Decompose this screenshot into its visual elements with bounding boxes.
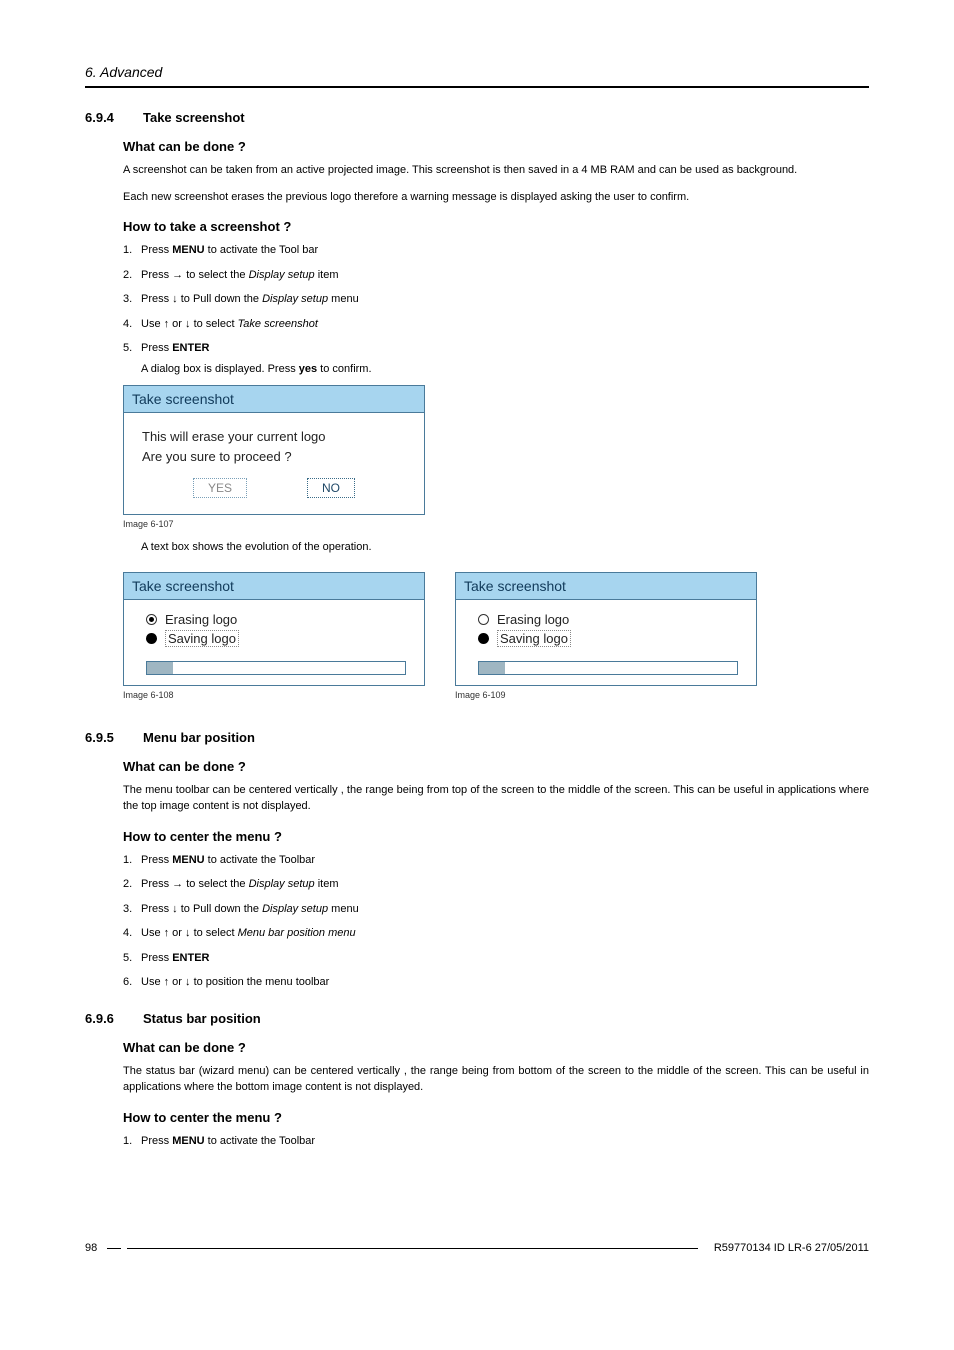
radio-saving-logo: Saving logo — [146, 630, 406, 647]
radio-saving-logo: Saving logo — [478, 630, 738, 647]
subheading-wcbd: What can be done ? — [123, 139, 869, 154]
subheading-wcbd: What can be done ? — [123, 759, 869, 774]
dialog-title: Take screenshot — [124, 573, 424, 600]
option-label: Erasing logo — [165, 612, 237, 627]
step: Press ↓ to Pull down the Display setup m… — [123, 901, 869, 918]
radio-selected-icon — [146, 614, 157, 625]
section-number: 6.9.5 — [85, 730, 125, 745]
section-name: Menu bar position — [143, 730, 255, 745]
step: Use ↑ or ↓ to select Take screenshot — [123, 316, 869, 333]
option-label: Erasing logo — [497, 612, 569, 627]
para: The status bar (wizard menu) can be cent… — [123, 1063, 869, 1096]
yes-button[interactable]: YES — [193, 478, 247, 498]
step-sub: A dialog box is displayed. Press yes to … — [141, 361, 869, 378]
option-label: Saving logo — [497, 630, 571, 647]
image-caption: Image 6-108 — [123, 690, 425, 700]
para: The menu toolbar can be centered vertica… — [123, 782, 869, 815]
step: Use ↑ or ↓ to position the menu toolbar — [123, 974, 869, 991]
section-6-9-6-title: 6.9.6 Status bar position — [85, 1011, 869, 1026]
progress-bar — [146, 661, 406, 675]
step: Press → to select the Display setup item — [123, 876, 869, 893]
step: Press ENTER — [123, 950, 869, 967]
page-number: 98 — [85, 1242, 97, 1254]
radio-filled-icon — [146, 633, 157, 644]
image-caption: Image 6-107 — [123, 519, 869, 529]
steps-list: Press MENU to activate the Toolbar Press… — [123, 852, 869, 991]
section-6-9-4-title: 6.9.4 Take screenshot — [85, 110, 869, 125]
para: Each new screenshot erases the previous … — [123, 189, 869, 206]
subheading-howto: How to take a screenshot ? — [123, 219, 869, 234]
step: Use ↑ or ↓ to select Menu bar position m… — [123, 925, 869, 942]
radio-erasing-logo: Erasing logo — [146, 612, 406, 627]
para: A screenshot can be taken from an active… — [123, 162, 869, 179]
subheading-wcbd: What can be done ? — [123, 1040, 869, 1055]
section-name: Take screenshot — [143, 110, 245, 125]
subheading-howto: How to center the menu ? — [123, 1110, 869, 1125]
step: Press MENU to activate the Tool bar — [123, 242, 869, 259]
option-label: Saving logo — [165, 630, 239, 647]
page-footer: 98 R59770134 ID LR-6 27/05/2011 — [85, 1242, 869, 1254]
step: Press ↓ to Pull down the Display setup m… — [123, 291, 869, 308]
section-6-9-5-title: 6.9.5 Menu bar position — [85, 730, 869, 745]
step: Press MENU to activate the Toolbar — [123, 852, 869, 869]
radio-empty-icon — [478, 614, 489, 625]
step: Press ENTER A dialog box is displayed. P… — [123, 340, 869, 377]
image-caption: Image 6-109 — [455, 690, 757, 700]
para: A text box shows the evolution of the op… — [141, 539, 869, 556]
radio-filled-icon — [478, 633, 489, 644]
progress-bar — [478, 661, 738, 675]
steps-list: Press MENU to activate the Toolbar — [123, 1133, 869, 1150]
document-id: R59770134 ID LR-6 27/05/2011 — [714, 1242, 869, 1254]
section-name: Status bar position — [143, 1011, 261, 1026]
chapter-header: 6. Advanced — [85, 64, 869, 88]
dialog-title: Take screenshot — [124, 386, 424, 413]
dialog-take-screenshot-progress-1: Take screenshot Erasing logo Saving logo — [123, 572, 425, 686]
section-number: 6.9.6 — [85, 1011, 125, 1026]
dialog-title: Take screenshot — [456, 573, 756, 600]
steps-list: Press MENU to activate the Tool bar Pres… — [123, 242, 869, 377]
dialog-take-screenshot-progress-2: Take screenshot Erasing logo Saving logo — [455, 572, 757, 686]
subheading-howto: How to center the menu ? — [123, 829, 869, 844]
dialog-text: This will erase your current logo Are yo… — [142, 427, 406, 466]
dialog-take-screenshot-confirm: Take screenshot This will erase your cur… — [123, 385, 425, 515]
section-number: 6.9.4 — [85, 110, 125, 125]
step: Press MENU to activate the Toolbar — [123, 1133, 869, 1150]
radio-erasing-logo: Erasing logo — [478, 612, 738, 627]
no-button[interactable]: NO — [307, 478, 355, 498]
step: Press → to select the Display setup item — [123, 267, 869, 284]
